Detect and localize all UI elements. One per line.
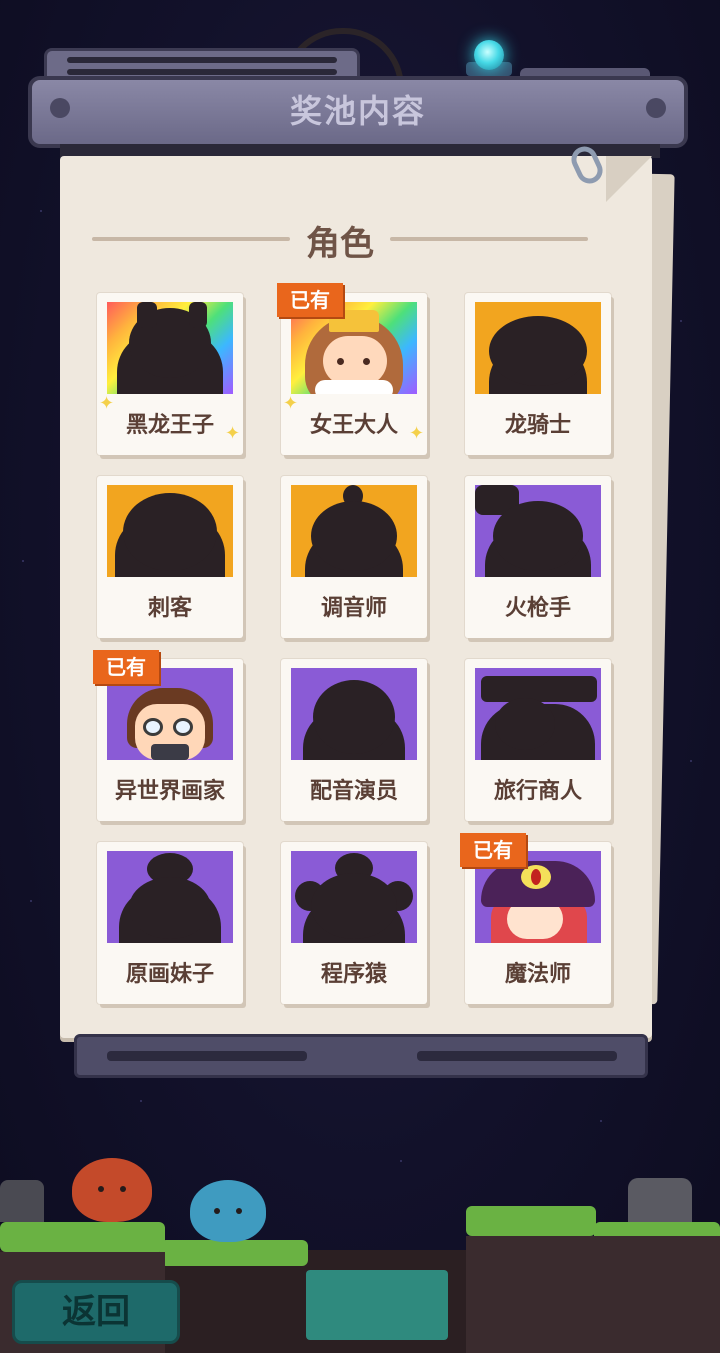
character-name: 异世界画家 <box>114 779 225 804</box>
character-card[interactable]: ✦ ✦ 黑龙王子 <box>97 293 243 455</box>
header-bar: 奖池内容 <box>28 76 688 148</box>
camera-icon <box>151 744 189 760</box>
character-name: 女王大人 <box>309 413 398 438</box>
character-portrait <box>475 302 601 394</box>
character-portrait <box>107 851 233 943</box>
character-name: 魔法师 <box>504 962 571 987</box>
character-portrait <box>107 485 233 577</box>
grass-platform <box>0 1222 165 1252</box>
section-title: 角色 <box>306 224 374 264</box>
stone-block <box>306 1270 448 1340</box>
character-portrait <box>475 485 601 577</box>
owned-badge: 已有 <box>460 833 526 867</box>
character-portrait <box>291 668 417 760</box>
character-card[interactable]: 刺客 <box>97 476 243 638</box>
owned-badge: 已有 <box>277 283 343 317</box>
character-name: 旅行商人 <box>493 779 582 804</box>
grass-platform <box>466 1206 596 1236</box>
back-button[interactable]: 返回 <box>12 1280 180 1344</box>
character-name: 黑龙王子 <box>125 413 214 438</box>
character-card[interactable]: ✦ ✦ 女王大人 <box>281 293 427 455</box>
character-portrait <box>291 851 417 943</box>
character-name: 刺客 <box>147 596 192 621</box>
character-name: 调音师 <box>320 596 387 621</box>
section-header: 角色 <box>92 212 588 264</box>
character-portrait <box>107 302 233 394</box>
character-name: 配音演员 <box>309 779 398 804</box>
character-card[interactable]: 程序猿 <box>281 842 427 1004</box>
paper-fold <box>606 156 652 202</box>
character-card[interactable]: 配音演员 <box>281 659 427 821</box>
character-name: 龙骑士 <box>504 413 571 438</box>
page-title: 奖池内容 <box>289 92 426 130</box>
character-name: 程序猿 <box>320 962 387 987</box>
machine-bottom-panel <box>74 1034 648 1078</box>
character-card[interactable]: 旅行商人 <box>465 659 611 821</box>
character-card[interactable]: 调音师 <box>281 476 427 638</box>
character-portrait <box>475 668 601 760</box>
blue-slime <box>190 1180 266 1242</box>
grass-platform <box>160 1240 308 1266</box>
character-name: 原画妹子 <box>125 962 214 987</box>
character-card[interactable]: 龙骑士 <box>465 293 611 455</box>
character-portrait <box>291 485 417 577</box>
red-slime <box>72 1158 152 1222</box>
beacon-light-icon <box>474 40 504 70</box>
character-name: 火枪手 <box>504 596 571 621</box>
character-card[interactable]: 火枪手 <box>465 476 611 638</box>
character-card[interactable]: 原画妹子 <box>97 842 243 1004</box>
owned-badge: 已有 <box>93 650 159 684</box>
